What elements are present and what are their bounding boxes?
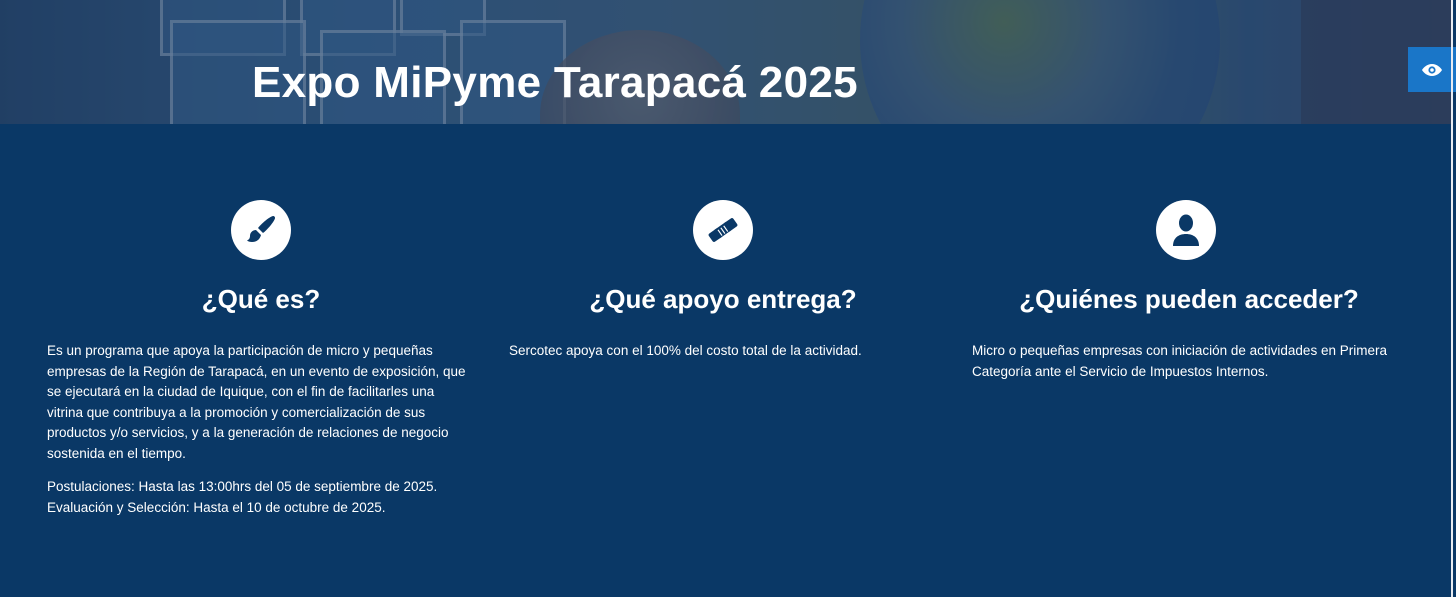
section-body: Es un programa que apoya la participació…	[47, 341, 467, 518]
section-paragraph: Sercotec apoya con el 100% del costo tot…	[509, 343, 862, 358]
deadline-applications: Postulaciones: Hasta las 13:00hrs del 05…	[47, 479, 438, 494]
hero-banner: Expo MiPyme Tarapacá 2025	[0, 0, 1451, 124]
page-edge	[1451, 0, 1453, 597]
info-column-what: ¿Qué es? Es un programa que apoya la par…	[47, 200, 467, 518]
section-title: ¿Qué es?	[201, 284, 321, 314]
section-body: Micro o pequeñas empresas con iniciación…	[972, 341, 1392, 382]
section-paragraph: Micro o pequeñas empresas con iniciación…	[972, 343, 1387, 379]
handshake-icon	[693, 200, 753, 260]
accessibility-button[interactable]	[1408, 47, 1456, 92]
page: Expo MiPyme Tarapacá 2025 ¿Qué es? Es un…	[0, 0, 1456, 597]
user-icon	[1156, 200, 1216, 260]
section-title: ¿Quiénes pueden acceder?	[1019, 284, 1359, 314]
section-title: ¿Qué apoyo entrega?	[589, 284, 857, 314]
page-title: Expo MiPyme Tarapacá 2025	[252, 58, 858, 107]
info-column-support: ¿Qué apoyo entrega? Sercotec apoya con e…	[509, 200, 929, 375]
info-column-eligibility: ¿Quiénes pueden acceder? Micro o pequeña…	[972, 200, 1392, 395]
deadline-evaluation: Evaluación y Selección: Hasta el 10 de o…	[47, 499, 386, 515]
section-body: Sercotec apoya con el 100% del costo tot…	[509, 341, 929, 362]
eye-icon	[1422, 63, 1442, 76]
paintbrush-icon	[231, 200, 291, 260]
section-paragraph: Es un programa que apoya la participació…	[47, 343, 466, 461]
